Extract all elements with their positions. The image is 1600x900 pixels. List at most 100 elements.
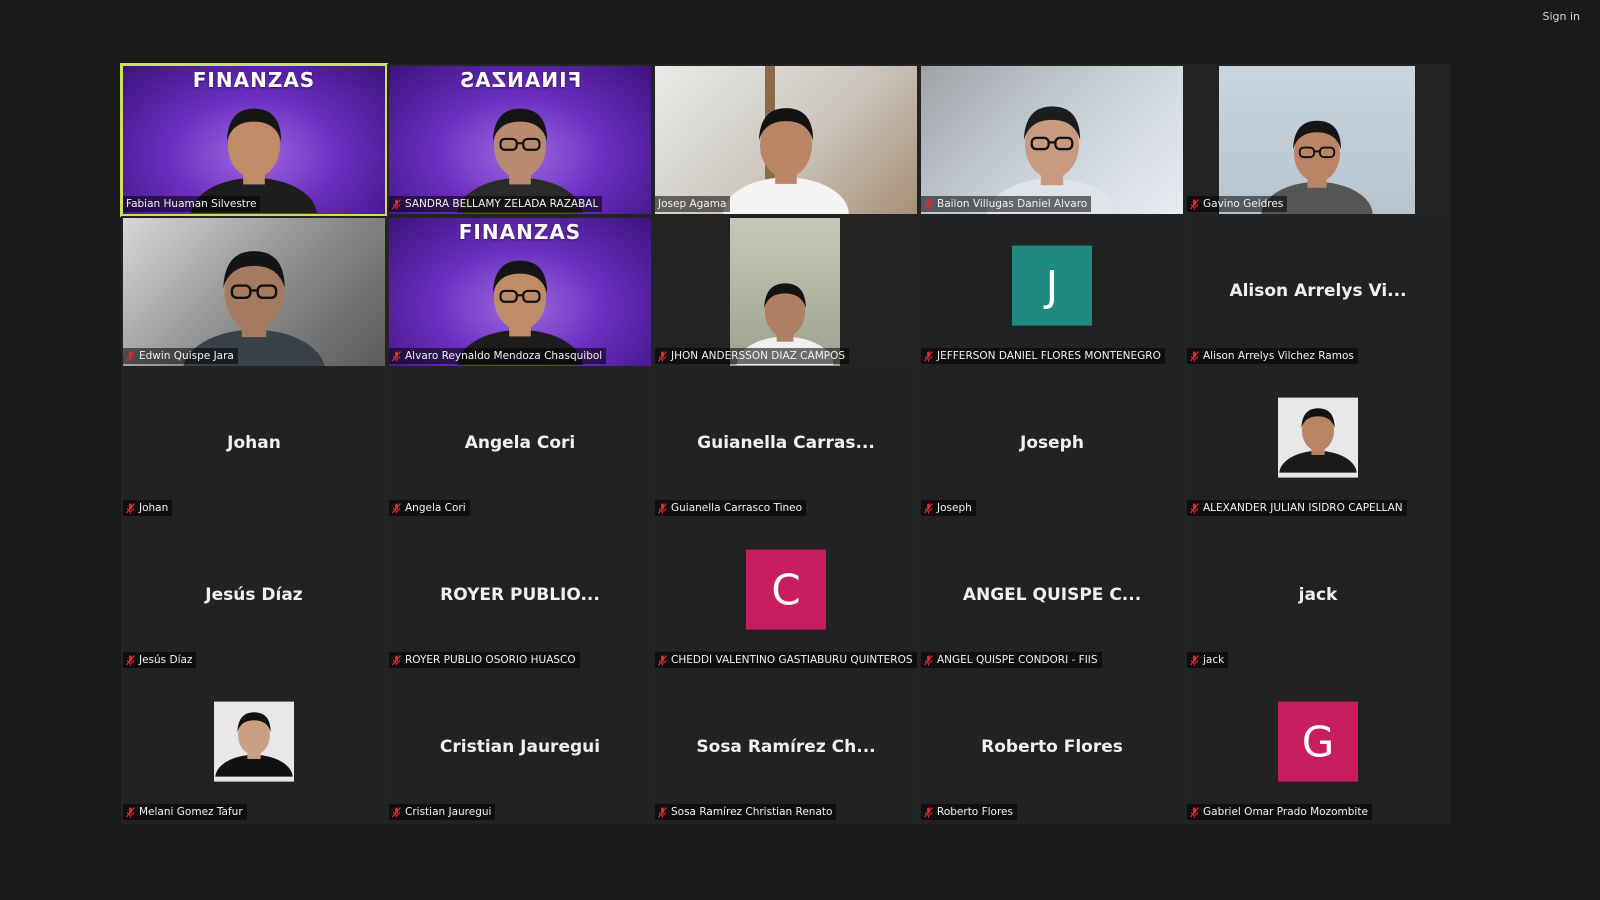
muted-microphone-icon [924,806,933,818]
participant-tile[interactable]: ROYER PUBLIO... ROYER PUBLIO OSORIO HUASC… [387,520,653,672]
participant-name-label: JHON ANDERSSON DIAZ CAMPOS [655,348,850,364]
muted-microphone-icon [126,350,135,362]
muted-microphone-icon [392,502,401,514]
participant-video [123,218,385,366]
avatar-initial: G [1278,701,1358,782]
participant-name-label: Joseph [921,500,976,516]
participant-display-name: Sosa Ramírez Ch... [696,737,876,757]
participant-tile[interactable]: G Gabriel Omar Prado Mozombite [1185,672,1451,824]
participant-name-label: ROYER PUBLIO OSORIO HUASCO [389,652,580,668]
profile-picture [214,701,294,782]
participant-tile[interactable]: FINANZAS SANDRA BELLAMY ZELADA RAZABAL [387,64,653,216]
participant-name: Sosa Ramírez Christian Renato [671,806,833,818]
participant-name: SANDRA BELLAMY ZELADA RAZABAL [405,198,599,210]
muted-microphone-icon [658,806,667,818]
participant-video [1187,66,1449,214]
participant-name: Fabian Huaman Silvestre [126,198,257,210]
muted-microphone-icon [924,198,933,210]
muted-microphone-icon [126,806,135,818]
participant-name: Guianella Carrasco Tineo [671,502,803,514]
participant-tile[interactable]: FINANZAS Alvaro Reynaldo Mendoza Chasquib… [387,216,653,368]
participant-name-label: ALEXANDER JULIAN ISIDRO CAPELLAN [1187,500,1407,516]
muted-microphone-icon [392,806,401,818]
participant-tile[interactable]: FINANZAS Fabian Huaman Silvestre [120,63,388,217]
participant-name: ANGEL QUISPE CONDORI - FIIS [937,654,1098,666]
participant-name-label: Edwin Quispe Jara [123,348,238,364]
participant-name: Alvaro Reynaldo Mendoza Chasquibol [405,350,603,362]
participant-tile[interactable]: Cristian Jauregui Cristian Jauregui [387,672,653,824]
participant-tile[interactable]: Bailon Villugas Daniel Alvaro [919,64,1185,216]
muted-microphone-icon [1190,350,1199,362]
participant-name: Gavino Geldres [1203,198,1284,210]
participant-tile[interactable]: jack jack [1185,520,1451,672]
participant-tile[interactable]: Guianella Carras... Guianella Carrasco Ti… [653,368,919,520]
participant-name-label: Gabriel Omar Prado Mozombite [1187,804,1372,820]
participant-tile[interactable]: Roberto Flores Roberto Flores [919,672,1185,824]
participant-name-label: Roberto Flores [921,804,1017,820]
participant-name: jack [1203,654,1225,666]
participant-tile[interactable]: Alison Arrelys Vi... Alison Arrelys Vilch… [1185,216,1451,368]
participant-display-name: Roberto Flores [981,737,1123,757]
participant-video: FINANZAS [389,66,651,214]
sign-in-link[interactable]: Sign in [1542,10,1580,23]
participant-video [655,66,917,214]
participant-display-name: Alison Arrelys Vi... [1229,281,1407,301]
participant-video [655,218,917,366]
participant-name: ALEXANDER JULIAN ISIDRO CAPELLAN [1203,502,1403,514]
participant-name-label: Angela Cori [389,500,470,516]
participant-tile[interactable]: Edwin Quispe Jara [121,216,387,368]
participant-name: Gabriel Omar Prado Mozombite [1203,806,1368,818]
participant-display-name: Joseph [1020,433,1084,453]
participant-display-name: jack [1298,585,1338,605]
participant-name-label: Fabian Huaman Silvestre [123,196,261,212]
muted-microphone-icon [126,502,135,514]
participant-tile[interactable]: Johan Johan [121,368,387,520]
participant-tile[interactable]: Melani Gomez Tafur [121,672,387,824]
muted-microphone-icon [924,350,933,362]
participant-name-label: jack [1187,652,1229,668]
participant-name-label: Sosa Ramírez Christian Renato [655,804,837,820]
participant-name-label: CHEDDI VALENTINO GASTIABURU QUINTEROS [655,652,917,668]
participant-tile[interactable]: Joseph Joseph [919,368,1185,520]
muted-microphone-icon [1190,502,1199,514]
muted-microphone-icon [658,654,667,666]
participant-name-label: JEFFERSON DANIEL FLORES MONTENEGRO [921,348,1165,364]
participant-tile[interactable]: JHON ANDERSSON DIAZ CAMPOS [653,216,919,368]
participant-display-name: Guianella Carras... [697,433,875,453]
participant-name: Edwin Quispe Jara [139,350,234,362]
participant-video: FINANZAS [389,218,651,366]
participant-name-label: Guianella Carrasco Tineo [655,500,807,516]
muted-microphone-icon [392,350,401,362]
participant-name-label: Johan [123,500,173,516]
participant-tile[interactable]: J JEFFERSON DANIEL FLORES MONTENEGRO [919,216,1185,368]
muted-microphone-icon [126,654,135,666]
participant-name-label: Gavino Geldres [1187,196,1288,212]
participant-name-label: Jesús Díaz [123,652,197,668]
avatar-initial: C [746,549,826,630]
participant-tile[interactable]: Jesús Díaz Jesús Díaz [121,520,387,672]
participant-name: Melani Gomez Tafur [139,806,243,818]
participant-display-name: Johan [227,433,281,453]
participant-name-label: Josep Agama [655,196,731,212]
participant-name: JEFFERSON DANIEL FLORES MONTENEGRO [937,350,1161,362]
participant-tile[interactable]: Gavino Geldres [1185,64,1451,216]
participant-tile[interactable]: ANGEL QUISPE C... ANGEL QUISPE CONDORI - … [919,520,1185,672]
participant-tile[interactable]: Josep Agama [653,64,919,216]
participant-tile[interactable]: Angela Cori Angela Cori [387,368,653,520]
participant-name-label: Melani Gomez Tafur [123,804,247,820]
muted-microphone-icon [658,502,667,514]
participant-display-name: Jesús Díaz [205,585,303,605]
background-overlay-title: FINANZAS [458,68,582,92]
profile-picture [1278,397,1358,478]
participant-name: CHEDDI VALENTINO GASTIABURU QUINTEROS [671,654,913,666]
participant-tile[interactable]: Sosa Ramírez Ch... Sosa Ramírez Christian… [653,672,919,824]
background-overlay-title: FINANZAS [192,68,316,92]
muted-microphone-icon [392,198,401,210]
participant-name-label: Cristian Jauregui [389,804,496,820]
participant-display-name: Angela Cori [464,433,576,453]
participant-tile[interactable]: ALEXANDER JULIAN ISIDRO CAPELLAN [1185,368,1451,520]
participant-tile[interactable]: C CHEDDI VALENTINO GASTIABURU QUINTEROS [653,520,919,672]
participant-name: JHON ANDERSSON DIAZ CAMPOS [671,350,846,362]
participant-display-name: ANGEL QUISPE C... [962,585,1142,605]
participant-name: Josep Agama [658,198,727,210]
